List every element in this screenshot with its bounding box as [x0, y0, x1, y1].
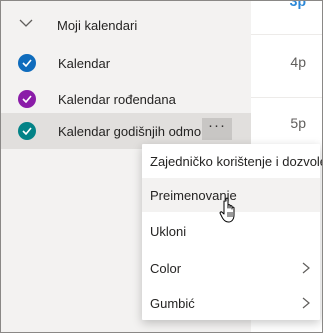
more-options-button[interactable]: ···: [202, 118, 232, 140]
chevron-right-icon: [302, 297, 310, 309]
hand-pointer-cursor-icon: [219, 197, 235, 223]
menu-item-label: Ukloni: [150, 223, 187, 239]
menu-item-label: Gumbić: [150, 295, 195, 311]
context-menu: Zajedničko korištenje i dozvole Preimeno…: [142, 144, 323, 320]
more-icon: ···: [208, 116, 226, 134]
time-label: 5p: [290, 115, 306, 131]
chevron-right-icon: [302, 262, 310, 274]
calendar-panel: Moji kalendari Kalendar Kalendar rođenda…: [0, 0, 323, 333]
calendar-label: Kalendar: [58, 55, 111, 71]
checkbox-checked-icon[interactable]: [18, 122, 36, 140]
menu-item-label: Zajedničko korištenje i dozvole: [150, 153, 323, 169]
calendar-label: Kalendar rođendana: [58, 91, 176, 107]
menu-item-share-permissions[interactable]: Zajedničko korištenje i dozvole: [142, 144, 323, 178]
calendar-item-birthdays[interactable]: Kalendar rođendana: [1, 81, 251, 117]
checkbox-checked-icon[interactable]: [18, 90, 36, 108]
time-label: 4p: [290, 54, 306, 70]
calendar-item-kalendar[interactable]: Kalendar: [1, 45, 251, 81]
time-label: 3p: [289, 0, 306, 9]
menu-item-charms[interactable]: Gumbić: [142, 286, 320, 320]
hour-divider: [251, 34, 322, 35]
menu-item-color[interactable]: Color: [142, 251, 320, 285]
hour-divider: [251, 97, 322, 98]
checkbox-checked-icon[interactable]: [18, 54, 36, 72]
chevron-down-icon[interactable]: [19, 18, 33, 28]
section-header-my-calendars[interactable]: Moji kalendari: [1, 1, 251, 45]
menu-item-label: Color: [150, 260, 182, 276]
calendar-label: Kalendar godišnjih odmora: [58, 123, 213, 139]
section-title: Moji kalendari: [57, 18, 138, 33]
